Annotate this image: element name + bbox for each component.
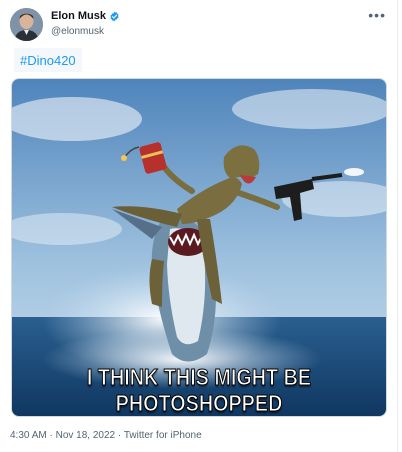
meta-separator: · [46, 430, 56, 441]
tweet-text: #Dino420 [14, 48, 82, 72]
avatar-image [10, 8, 43, 41]
more-options-icon[interactable]: ••• [368, 8, 386, 22]
tweet-source: Twitter for iPhone [123, 430, 202, 441]
avatar[interactable] [10, 8, 43, 41]
author-name[interactable]: Elon Musk [51, 10, 106, 22]
meta-separator: · [115, 430, 124, 441]
meme-caption-top: I THINK THIS MIGHT BE [86, 364, 312, 391]
hashtag-link[interactable]: #Dino420 [20, 53, 76, 68]
tweet-date[interactable]: Nov 18, 2022 [56, 430, 116, 441]
meme-caption-bottom: PHOTOSHOPPED [115, 390, 283, 417]
author-handle[interactable]: @elonmusk [51, 26, 104, 37]
tweet-media[interactable]: I THINK THIS MIGHT BE PHOTOSHOPPED [11, 78, 387, 417]
tweet-meta: 4:30 AM · Nov 18, 2022 · Twitter for iPh… [10, 430, 202, 441]
tweet-time[interactable]: 4:30 AM [10, 430, 47, 441]
tweet-header: Elon Musk @elonmusk ••• [10, 8, 390, 42]
verified-badge-icon [110, 11, 119, 21]
author-name-row: Elon Musk [51, 10, 120, 22]
tweet-card: Elon Musk @elonmusk ••• #Dino420 I THINK… [0, 0, 398, 452]
